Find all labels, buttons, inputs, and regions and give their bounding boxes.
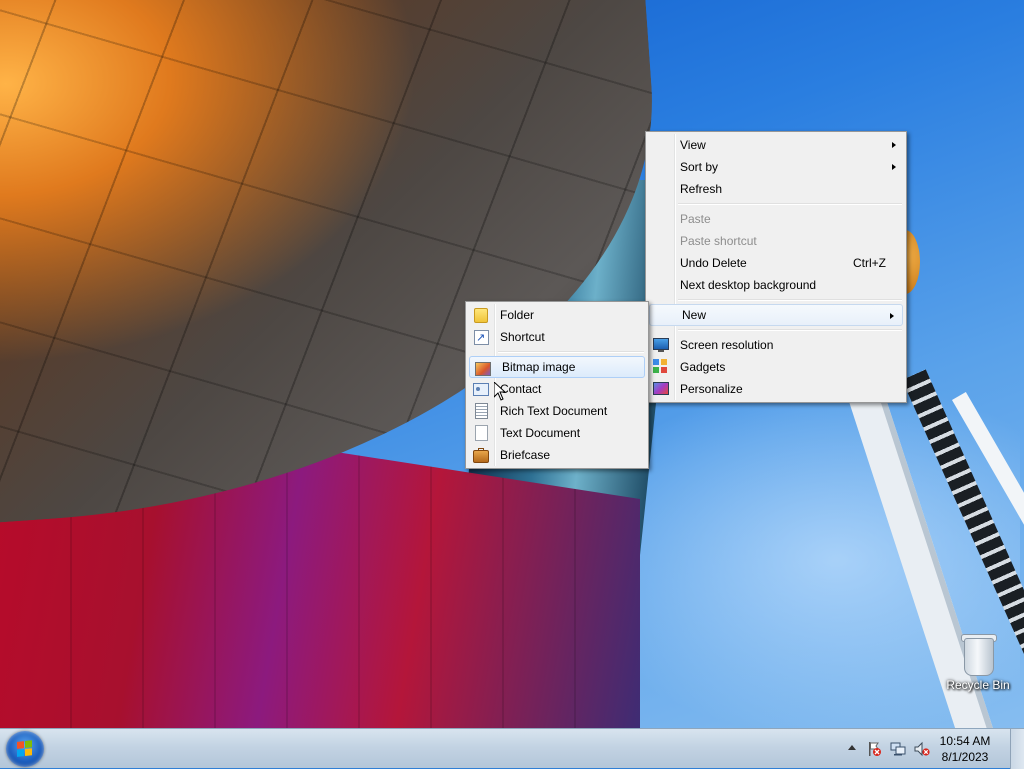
menu-item-label: Personalize [680,382,743,396]
recycle-bin-icon [961,632,997,676]
menu-item-label: Gadgets [680,360,726,374]
personalize-icon [653,382,669,395]
menu-item-label: Next desktop background [680,278,817,292]
volume-muted-icon[interactable] [914,741,930,757]
new-submenu: Folder Shortcut Bitmap image Contact Ric… [465,301,649,469]
menu-item-shortcut: Ctrl+Z [853,256,886,270]
screen-resolution-icon [653,338,669,352]
new-item-text-document[interactable]: Text Document [468,422,646,444]
menu-item-label: Undo Delete [680,256,747,270]
menu-item-label: New [682,308,707,322]
menu-item-screen-resolution[interactable]: Screen resolution [648,334,904,356]
new-item-folder[interactable]: Folder [468,304,646,326]
menu-item-label: Paste shortcut [680,234,757,248]
menu-item-sort-by[interactable]: Sort by [648,156,904,178]
desktop-context-menu: View Sort by Refresh Paste Paste shortcu… [645,131,907,403]
rich-text-document-icon [475,403,488,419]
taskbar-clock[interactable]: 10:54 AM 8/1/2023 [930,733,1000,765]
briefcase-icon [473,448,489,463]
clock-date: 8/1/2023 [941,750,989,764]
start-button[interactable] [6,731,44,767]
contact-icon [473,383,489,396]
submenu-arrow-icon [892,142,896,148]
menu-item-label: Shortcut [500,330,545,344]
menu-item-label: View [680,138,706,152]
bitmap-image-icon [475,362,491,376]
menu-item-personalize[interactable]: Personalize [648,378,904,400]
menu-item-view[interactable]: View [648,134,904,156]
menu-item-next-desktop-background[interactable]: Next desktop background [648,274,904,296]
new-item-briefcase[interactable]: Briefcase [468,444,646,466]
gadgets-icon [653,359,667,373]
menu-separator [678,329,902,331]
desktop-icon-recycle-bin[interactable]: Recycle Bin [940,632,1016,692]
menu-item-label: Sort by [680,160,719,174]
menu-item-label: Contact [500,382,542,396]
windows-start-icon [17,740,33,758]
menu-item-label: Screen resolution [680,338,774,352]
submenu-arrow-icon [892,164,896,170]
show-desktop-button[interactable] [1010,729,1024,769]
menu-item-label: Refresh [680,182,723,196]
menu-separator [498,351,644,353]
show-hidden-icons-icon[interactable] [848,745,856,750]
folder-icon [474,308,488,323]
menu-separator [678,299,902,301]
menu-separator [678,203,902,205]
recycle-bin-label: Recycle Bin [946,678,1010,692]
submenu-arrow-icon [890,313,894,319]
menu-item-label: Rich Text Document [500,404,608,418]
menu-item-undo-delete[interactable]: Undo Delete Ctrl+Z [648,252,904,274]
menu-item-new[interactable]: New [649,304,903,326]
new-item-shortcut[interactable]: Shortcut [468,326,646,349]
new-item-rich-text-document[interactable]: Rich Text Document [468,400,646,422]
action-center-flag-icon[interactable] [866,741,882,757]
menu-item-gadgets[interactable]: Gadgets [648,356,904,378]
menu-item-label: Paste [680,212,711,226]
text-document-icon [475,425,488,441]
menu-item-refresh[interactable]: Refresh [648,178,904,200]
network-icon[interactable] [890,741,906,757]
taskbar: 10:54 AM 8/1/2023 [0,728,1024,769]
shortcut-icon [474,327,489,349]
menu-item-paste[interactable]: Paste [648,208,904,230]
menu-item-label: Briefcase [500,448,551,462]
menu-item-label: Folder [500,308,535,322]
menu-item-label: Text Document [500,426,581,440]
menu-item-paste-shortcut[interactable]: Paste shortcut [648,230,904,252]
clock-time: 10:54 AM [939,734,991,748]
new-item-bitmap-image[interactable]: Bitmap image [469,356,645,378]
menu-item-label: Bitmap image [502,360,576,374]
